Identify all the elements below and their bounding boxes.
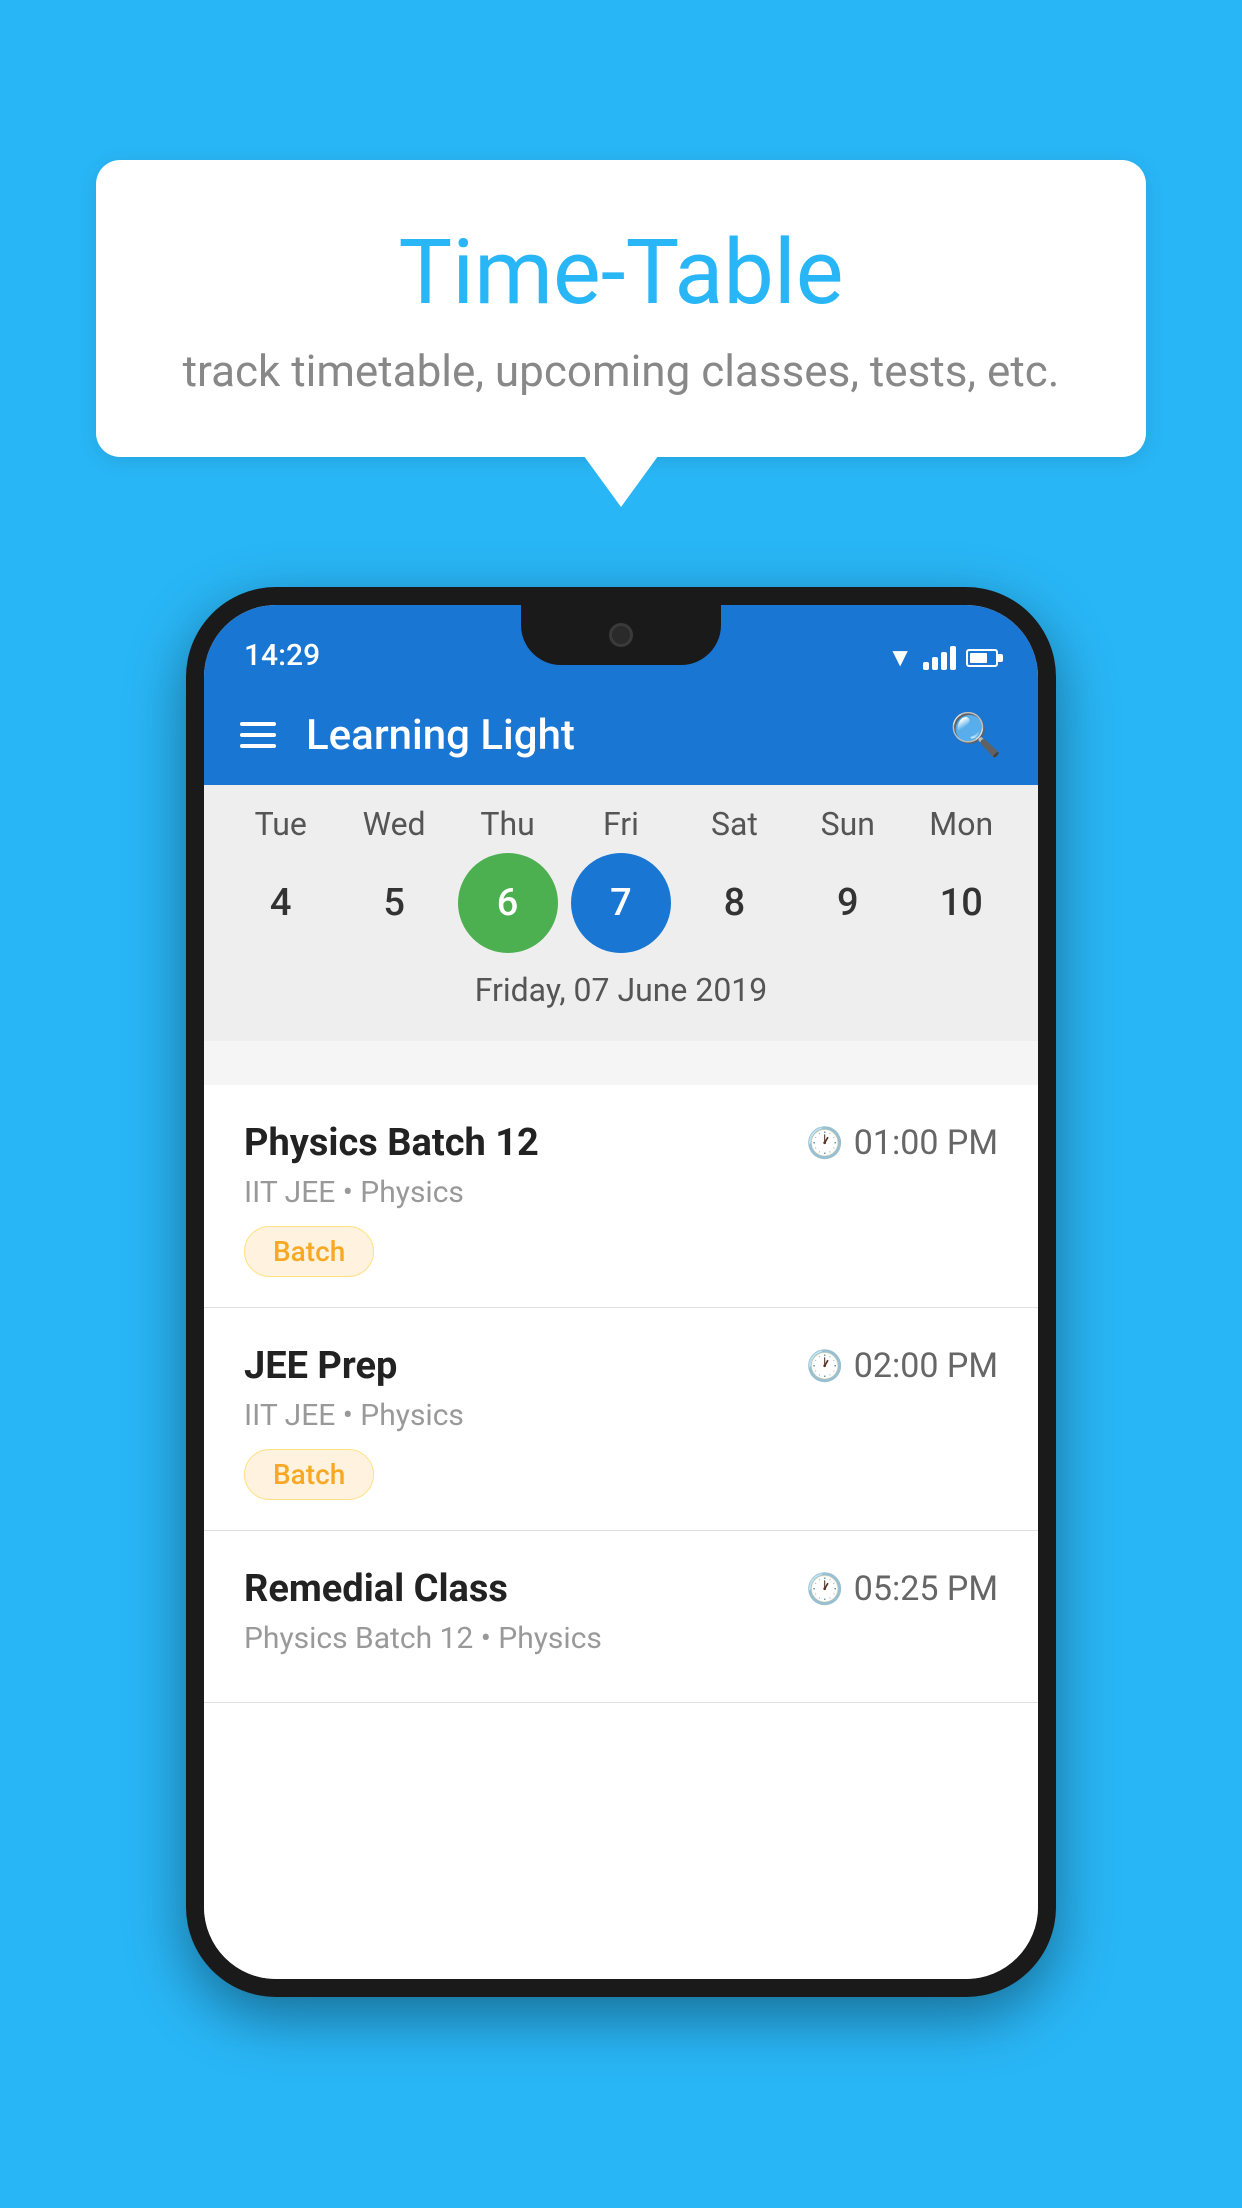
item-3-category: Physics Batch 12 • Physics xyxy=(244,1621,998,1656)
date-8[interactable]: 8 xyxy=(684,853,784,953)
item-1-time-text: 01:00 PM xyxy=(854,1123,998,1163)
date-9[interactable]: 9 xyxy=(798,853,898,953)
item-1-header: Physics Batch 12 🕐 01:00 PM xyxy=(244,1121,998,1165)
day-fri: Fri xyxy=(571,805,671,843)
speech-bubble: Time-Table track timetable, upcoming cla… xyxy=(96,160,1146,457)
wifi-icon: ▼ xyxy=(887,642,913,673)
item-1-time: 🕐 01:00 PM xyxy=(806,1123,998,1163)
date-10[interactable]: 10 xyxy=(911,853,1011,953)
day-tue: Tue xyxy=(231,805,331,843)
day-thu: Thu xyxy=(458,805,558,843)
date-7[interactable]: 7 xyxy=(571,853,671,953)
item-2-category: IIT JEE • Physics xyxy=(244,1398,998,1433)
hamburger-menu[interactable] xyxy=(240,722,276,748)
signal-icon xyxy=(923,646,956,670)
item-2-name: JEE Prep xyxy=(244,1344,397,1388)
camera xyxy=(609,623,633,647)
date-5[interactable]: 5 xyxy=(344,853,444,953)
item-1-category: IIT JEE • Physics xyxy=(244,1175,998,1210)
item-2-time: 🕐 02:00 PM xyxy=(806,1346,998,1386)
phone-outer: 14:29 ▼ xyxy=(186,587,1056,1997)
item-2-header: JEE Prep 🕐 02:00 PM xyxy=(244,1344,998,1388)
day-mon: Mon xyxy=(911,805,1011,843)
clock-icon-2: 🕐 xyxy=(806,1349,843,1384)
dates-row: 4 5 6 7 8 9 10 xyxy=(204,853,1038,953)
item-3-header: Remedial Class 🕐 05:25 PM xyxy=(244,1567,998,1611)
search-button[interactable]: 🔍 xyxy=(950,711,1002,760)
item-3-time: 🕐 05:25 PM xyxy=(806,1569,998,1609)
item-2-tag: Batch xyxy=(244,1449,374,1500)
clock-icon-1: 🕐 xyxy=(806,1126,843,1161)
days-row: Tue Wed Thu Fri Sat Sun Mon xyxy=(204,805,1038,843)
app-title: Learning Light xyxy=(306,711,950,760)
item-1-name: Physics Batch 12 xyxy=(244,1121,539,1165)
bubble-title: Time-Table xyxy=(176,220,1066,325)
day-wed: Wed xyxy=(344,805,444,843)
app-bar: Learning Light 🔍 xyxy=(204,685,1038,785)
status-icons: ▼ xyxy=(887,642,998,673)
date-6[interactable]: 6 xyxy=(458,853,558,953)
schedule-item-1[interactable]: Physics Batch 12 🕐 01:00 PM IIT JEE • Ph… xyxy=(204,1085,1038,1308)
item-2-time-text: 02:00 PM xyxy=(854,1346,998,1386)
clock-icon-3: 🕐 xyxy=(806,1572,843,1607)
schedule-item-2[interactable]: JEE Prep 🕐 02:00 PM IIT JEE • Physics Ba… xyxy=(204,1308,1038,1531)
schedule-list: Physics Batch 12 🕐 01:00 PM IIT JEE • Ph… xyxy=(204,1085,1038,1979)
item-1-tag: Batch xyxy=(244,1226,374,1277)
calendar: Tue Wed Thu Fri Sat Sun Mon 4 5 6 7 8 9 … xyxy=(204,785,1038,1041)
selected-date-label: Friday, 07 June 2019 xyxy=(204,963,1038,1021)
item-3-time-text: 05:25 PM xyxy=(854,1569,998,1609)
schedule-item-3[interactable]: Remedial Class 🕐 05:25 PM Physics Batch … xyxy=(204,1531,1038,1703)
bubble-subtitle: track timetable, upcoming classes, tests… xyxy=(176,345,1066,397)
battery-icon xyxy=(966,649,998,667)
notch xyxy=(521,605,721,665)
item-3-name: Remedial Class xyxy=(244,1567,508,1611)
date-4[interactable]: 4 xyxy=(231,853,331,953)
phone-screen: 14:29 ▼ xyxy=(204,605,1038,1979)
phone-mockup: 14:29 ▼ xyxy=(186,587,1056,1997)
day-sun: Sun xyxy=(798,805,898,843)
day-sat: Sat xyxy=(684,805,784,843)
